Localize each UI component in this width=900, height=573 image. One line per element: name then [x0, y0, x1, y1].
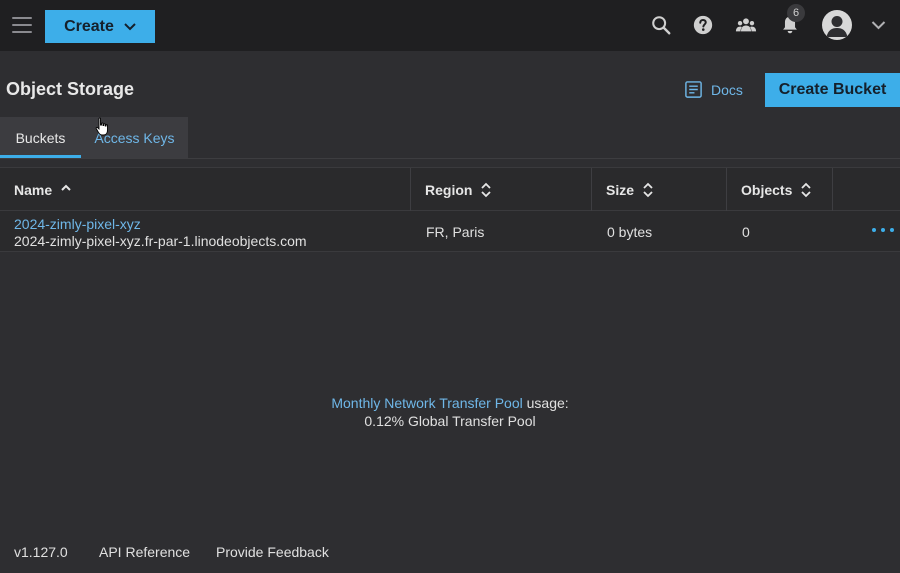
version-label: v1.127.0 [14, 544, 68, 560]
transfer-pool-usage: Monthly Network Transfer Pool usage: 0.1… [0, 394, 900, 430]
table-header: Name Region Size Objects [0, 167, 900, 211]
create-bucket-button[interactable]: Create Bucket [765, 73, 900, 107]
api-reference-link[interactable]: API Reference [99, 544, 216, 560]
bucket-objects: 0 [742, 224, 750, 240]
sort-icon [801, 182, 811, 197]
create-button-label: Create [64, 17, 114, 35]
notification-badge: 6 [787, 4, 805, 22]
docs-label: Docs [711, 81, 743, 98]
sort-icon [643, 182, 653, 197]
tab-buckets[interactable]: Buckets [0, 117, 81, 158]
help-icon[interactable] [691, 13, 715, 37]
bucket-hostname: 2024-zimly-pixel-xyz.fr-par-1.linodeobje… [14, 233, 307, 249]
transfer-pool-link[interactable]: Monthly Network Transfer Pool [331, 395, 522, 411]
create-button[interactable]: Create [45, 10, 155, 43]
column-header-region[interactable]: Region [411, 168, 591, 211]
bucket-size: 0 bytes [607, 224, 653, 240]
transfer-pool-suffix: usage: [522, 395, 569, 411]
more-icon[interactable] [872, 228, 894, 234]
buckets-table: Name Region Size Objects 2024-zimly-pixe… [0, 167, 900, 252]
mouse-pointer-icon [95, 117, 108, 136]
bucket-name-link[interactable]: 2024-zimly-pixel-xyz [14, 216, 141, 232]
transfer-pool-value: 0.12% Global Transfer Pool [364, 413, 536, 429]
tab-divider [0, 158, 900, 159]
column-header-name[interactable]: Name [0, 168, 410, 211]
tab-list: Buckets Access Keys [0, 117, 188, 158]
search-icon[interactable] [649, 13, 673, 37]
chevron-down-icon[interactable] [871, 20, 886, 30]
column-divider [832, 168, 833, 211]
bucket-region: FR, Paris [426, 224, 485, 240]
community-icon[interactable] [734, 13, 758, 37]
provide-feedback-link[interactable]: Provide Feedback [216, 544, 329, 560]
user-icon[interactable] [822, 10, 852, 40]
sort-ascending-icon [61, 184, 71, 191]
column-header-objects[interactable]: Objects [727, 168, 832, 211]
sort-icon [481, 182, 492, 197]
docs-link[interactable]: Docs [684, 80, 743, 99]
menu-icon[interactable] [12, 17, 32, 33]
docs-icon [685, 81, 702, 98]
page-title: Object Storage [6, 79, 135, 99]
footer: v1.127.0 API Reference Provide Feedback [14, 544, 329, 560]
table-row: 2024-zimly-pixel-xyz 2024-zimly-pixel-xy… [0, 211, 900, 252]
top-navigation-bar: Create 6 [0, 0, 900, 51]
column-header-size[interactable]: Size [592, 168, 726, 211]
chevron-down-icon [124, 22, 136, 30]
